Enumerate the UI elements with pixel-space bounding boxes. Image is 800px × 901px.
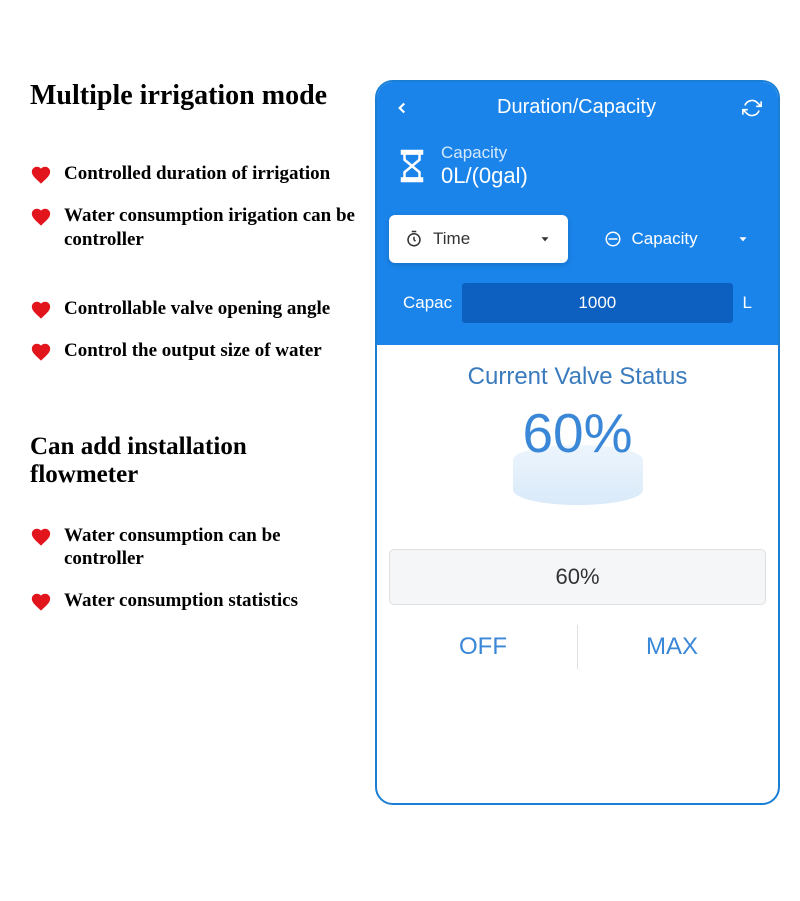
- hourglass-icon: [397, 148, 427, 184]
- feature-text: Control the output size of water: [64, 339, 322, 363]
- capacity-icon: [604, 230, 622, 248]
- phone-frame: Duration/Capacity Capacity 0L/(0gal) Tim…: [375, 80, 780, 805]
- heart-icon: [30, 526, 52, 548]
- input-prefix: Capac: [403, 293, 452, 313]
- phone-title: Duration/Capacity: [497, 96, 656, 119]
- off-max-row: OFF MAX: [389, 617, 766, 677]
- off-button[interactable]: OFF: [389, 617, 577, 677]
- heart-icon: [30, 341, 52, 363]
- feature-item: Water consumption statistics: [30, 589, 355, 613]
- capacity-info: Capacity 0L/(0gal): [441, 143, 528, 189]
- heading-flowmeter: Can add installation flowmeter: [30, 433, 355, 489]
- feature-text: Water consumption statistics: [64, 589, 298, 613]
- feature-text: Controllable valve opening angle: [64, 297, 330, 321]
- capacity-value: 0L/(0gal): [441, 163, 528, 189]
- feature-text: Water consumption can be controller: [64, 524, 355, 572]
- tab-time[interactable]: Time: [389, 215, 568, 263]
- heart-icon: [30, 591, 52, 613]
- valve-percentage: 60%: [389, 401, 766, 465]
- phone-header: Duration/Capacity: [377, 82, 778, 133]
- capacity-label: Capacity: [441, 143, 528, 163]
- valve-gauge: 60%: [389, 401, 766, 531]
- capacity-header: Capacity 0L/(0gal): [377, 133, 778, 215]
- tabs-section: Time Capacity Capac 1000 L: [377, 215, 778, 345]
- capacity-input-row: Capac 1000 L: [389, 283, 766, 333]
- max-button[interactable]: MAX: [578, 617, 766, 677]
- feature-item: Controlled duration of irrigation: [30, 162, 355, 186]
- heart-icon: [30, 164, 52, 186]
- capacity-input[interactable]: 1000: [462, 283, 732, 323]
- back-icon[interactable]: [393, 99, 411, 117]
- valve-slider[interactable]: 60%: [389, 549, 766, 605]
- heading-irrigation-mode: Multiple irrigation mode: [30, 80, 355, 112]
- left-panel: Multiple irrigation mode Controlled dura…: [30, 80, 375, 805]
- feature-item: Water consumption can be controller: [30, 524, 355, 572]
- chevron-down-icon: [538, 232, 552, 246]
- feature-text: Controlled duration of irrigation: [64, 162, 330, 186]
- feature-item: Water consumption irigation can be contr…: [30, 204, 355, 252]
- tab-label: Time: [433, 229, 528, 249]
- tab-label: Capacity: [632, 229, 727, 249]
- heart-icon: [30, 299, 52, 321]
- clock-icon: [405, 230, 423, 248]
- valve-status-title: Current Valve Status: [389, 363, 766, 391]
- refresh-icon[interactable]: [742, 98, 762, 118]
- tabs-row: Time Capacity: [389, 215, 766, 263]
- feature-text: Water consumption irigation can be contr…: [64, 204, 355, 252]
- input-suffix: L: [743, 293, 752, 313]
- tab-capacity[interactable]: Capacity: [588, 215, 767, 263]
- feature-item: Control the output size of water: [30, 339, 355, 363]
- valve-status-section: Current Valve Status 60% 60% OFF MAX: [377, 345, 778, 677]
- feature-item: Controllable valve opening angle: [30, 297, 355, 321]
- chevron-down-icon: [736, 232, 750, 246]
- heart-icon: [30, 206, 52, 228]
